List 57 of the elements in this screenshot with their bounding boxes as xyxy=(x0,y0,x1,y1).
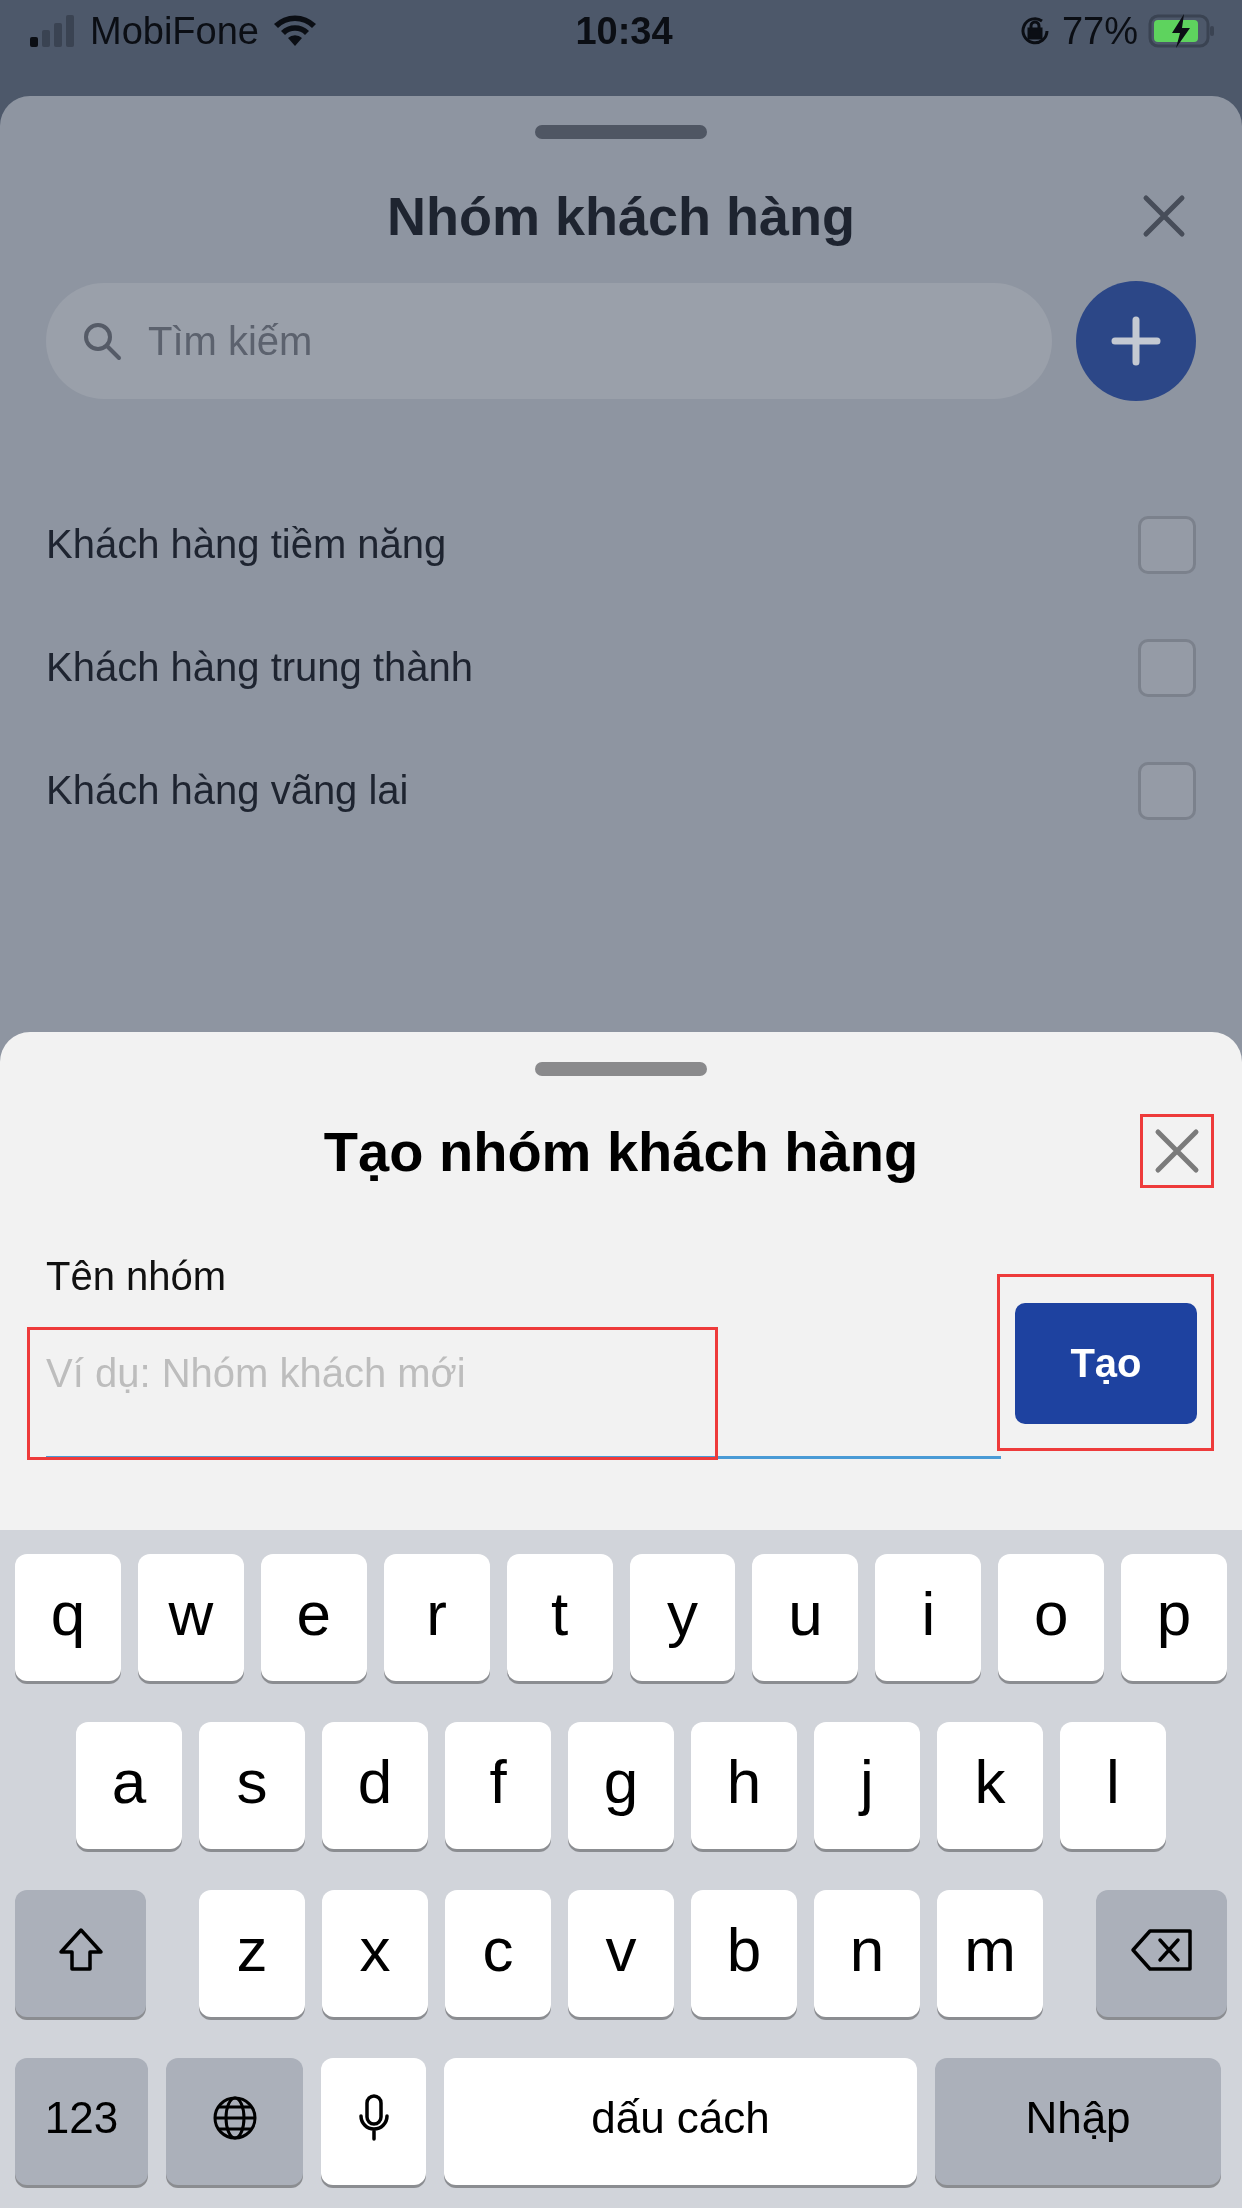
letter-key[interactable]: z xyxy=(199,1890,305,2017)
letter-key[interactable]: o xyxy=(998,1554,1105,1681)
clock-time: 10:34 xyxy=(575,9,673,53)
group-name: Khách hàng vãng lai xyxy=(46,768,409,813)
backspace-key[interactable] xyxy=(1096,1890,1227,2017)
letter-key[interactable]: t xyxy=(506,1554,613,1681)
group-name: Khách hàng trung thành xyxy=(46,645,473,690)
letter-key[interactable]: y xyxy=(629,1554,736,1681)
letter-key[interactable]: x xyxy=(322,1890,428,2017)
close-icon xyxy=(1153,1127,1201,1175)
sheet-title: Tạo nhóm khách hàng xyxy=(323,1118,919,1184)
letter-key[interactable]: c xyxy=(445,1890,551,2017)
field-label: Tên nhóm xyxy=(45,1254,228,1299)
group-name: Khách hàng tiềm năng xyxy=(46,522,447,567)
shift-key[interactable] xyxy=(15,1890,146,2017)
drag-handle[interactable] xyxy=(535,125,707,139)
letter-key[interactable]: h xyxy=(691,1722,797,1849)
close-button[interactable] xyxy=(1153,1127,1201,1175)
microphone-key[interactable] xyxy=(321,2058,426,2185)
signal-icon xyxy=(30,15,76,47)
space-key[interactable]: dấu cách xyxy=(444,2058,917,2185)
checkbox[interactable] xyxy=(1138,515,1196,574)
numbers-key[interactable]: 123 xyxy=(15,2058,148,2185)
battery-percent: 77% xyxy=(1061,9,1138,53)
backspace-icon xyxy=(1129,1927,1194,1972)
letter-key[interactable]: q xyxy=(15,1554,121,1681)
letter-key[interactable]: r xyxy=(383,1554,490,1681)
microphone-icon xyxy=(356,2092,391,2143)
plus-icon xyxy=(1111,316,1161,366)
search-icon xyxy=(82,321,122,361)
letter-key[interactable]: m xyxy=(937,1890,1043,2017)
drag-handle[interactable] xyxy=(535,1062,707,1076)
letter-key[interactable]: p xyxy=(1121,1554,1228,1681)
create-button[interactable]: Tạo xyxy=(1015,1303,1197,1424)
wifi-icon xyxy=(273,15,317,47)
sheet-title: Nhóm khách hàng xyxy=(386,185,855,247)
letter-key[interactable]: v xyxy=(568,1890,674,2017)
letter-key[interactable]: e xyxy=(260,1554,367,1681)
letter-key[interactable]: d xyxy=(322,1722,428,1849)
return-key[interactable]: Nhập xyxy=(935,2058,1221,2185)
letter-key[interactable]: w xyxy=(137,1554,244,1681)
letter-key[interactable]: k xyxy=(937,1722,1043,1849)
letter-key[interactable]: i xyxy=(875,1554,982,1681)
letter-key[interactable]: l xyxy=(1060,1722,1166,1849)
letter-key[interactable]: j xyxy=(814,1722,920,1849)
letter-key[interactable]: s xyxy=(199,1722,305,1849)
letter-key[interactable]: n xyxy=(814,1890,920,2017)
globe-key[interactable] xyxy=(166,2058,303,2185)
checkbox[interactable] xyxy=(1138,638,1196,697)
letter-key[interactable]: a xyxy=(76,1722,182,1849)
carrier-name: MobiFone xyxy=(90,9,259,53)
checkbox[interactable] xyxy=(1138,761,1196,820)
letter-key[interactable]: g xyxy=(568,1722,674,1849)
letter-key[interactable]: b xyxy=(691,1890,797,2017)
letter-key[interactable]: f xyxy=(445,1722,551,1849)
close-icon xyxy=(1142,194,1186,238)
letter-key[interactable]: u xyxy=(752,1554,859,1681)
